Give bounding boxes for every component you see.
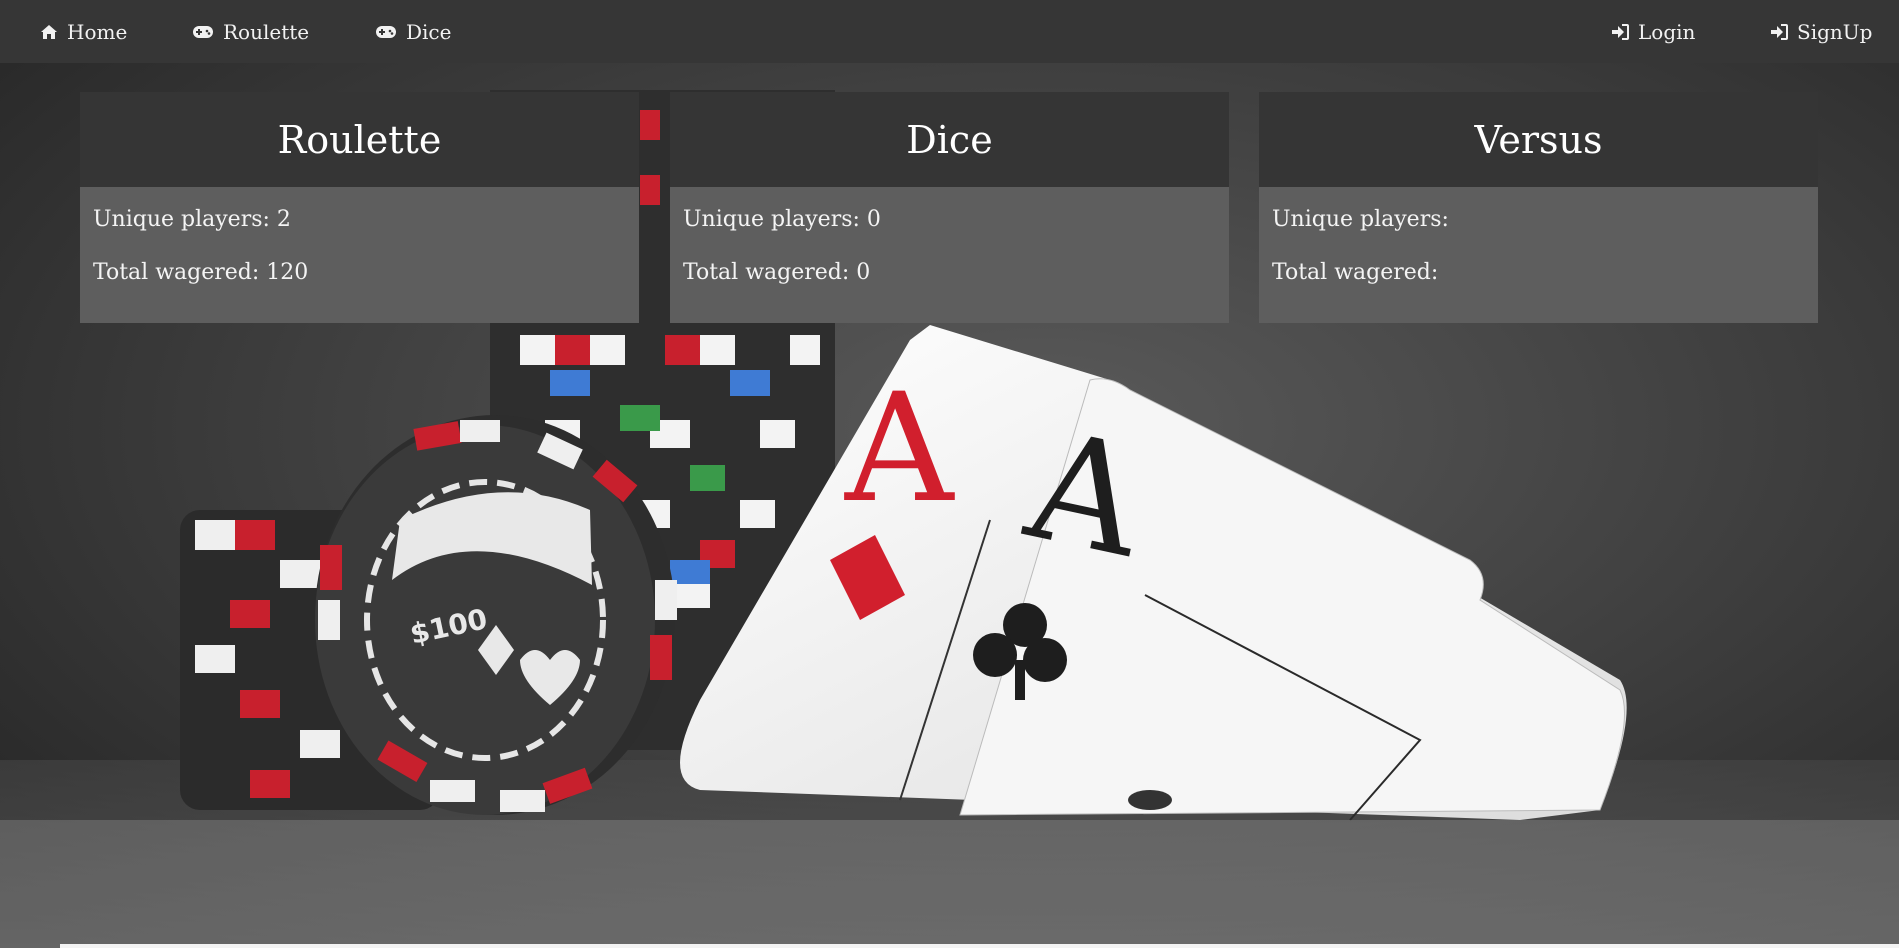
nav-login-label: Login <box>1638 19 1696 44</box>
nav-signup-link[interactable]: SignUp <box>1770 0 1872 63</box>
nav-signup-label: SignUp <box>1797 19 1873 44</box>
dice-stats-card: Dice Unique players: 0 Total wagered: 0 <box>670 92 1229 323</box>
nav-home-label: Home <box>67 19 128 44</box>
total-wagered-stat: Total wagered: 0 <box>683 260 871 285</box>
nav-home-link[interactable]: Home <box>40 0 127 63</box>
total-wagered-stat: Total wagered: 120 <box>93 260 309 285</box>
sign-in-icon <box>1612 23 1629 40</box>
card-body: Unique players: 2 Total wagered: 120 <box>80 187 639 323</box>
bottom-edge-bar <box>60 944 1899 948</box>
nav-dice-link[interactable]: Dice <box>375 0 451 63</box>
unique-players-stat: Unique players: 2 <box>93 207 291 232</box>
nav-login-link[interactable]: Login <box>1611 0 1695 63</box>
svg-text:A: A <box>844 362 955 536</box>
card-title: Roulette <box>277 117 442 162</box>
card-body: Unique players: 0 Total wagered: 0 <box>670 187 1229 323</box>
nav-dice-label: Dice <box>406 19 452 44</box>
card-header: Roulette <box>80 92 639 187</box>
card-header: Dice <box>670 92 1229 187</box>
navbar: Home Roulette Dice Login SignUp <box>0 0 1899 63</box>
card-body: Unique players: Total wagered: <box>1259 187 1818 323</box>
unique-players-stat: Unique players: <box>1272 207 1449 232</box>
home-icon <box>41 24 57 39</box>
nav-roulette-link[interactable]: Roulette <box>192 0 309 63</box>
nav-roulette-label: Roulette <box>223 19 310 44</box>
versus-stats-card: Versus Unique players: Total wagered: <box>1259 92 1818 323</box>
gamepad-icon <box>376 25 396 38</box>
card-title: Dice <box>906 117 993 162</box>
sign-in-icon <box>1771 23 1788 40</box>
card-header: Versus <box>1259 92 1818 187</box>
roulette-stats-card: Roulette Unique players: 2 Total wagered… <box>80 92 639 323</box>
gamepad-icon <box>193 25 213 38</box>
card-title: Versus <box>1474 117 1603 162</box>
total-wagered-stat: Total wagered: <box>1272 260 1439 285</box>
unique-players-stat: Unique players: 0 <box>683 207 881 232</box>
